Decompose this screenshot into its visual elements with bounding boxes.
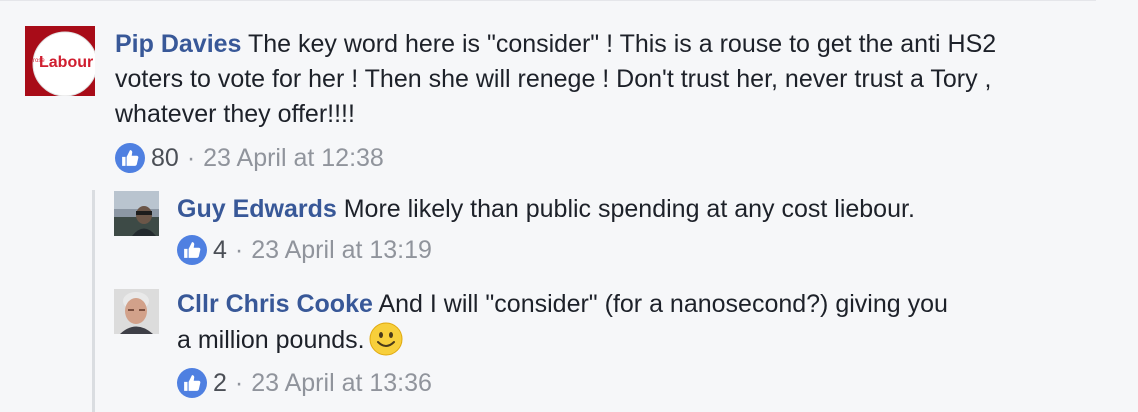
- author-name[interactable]: Guy Edwards: [177, 195, 337, 223]
- profile-photo-icon: [114, 289, 159, 334]
- avatar-label: Labour: [39, 54, 93, 71]
- author-name[interactable]: Cllr Chris Cooke: [177, 290, 373, 318]
- like-count[interactable]: 2: [213, 368, 227, 398]
- reply-body: Cllr Chris Cooke And I will "consider" (…: [177, 287, 948, 366]
- comment-meta: 80 · 23 April at 12:38: [115, 143, 384, 173]
- labour-badge-icon: rose Labour: [25, 26, 95, 96]
- reply-meta: 4 · 23 April at 13:19: [177, 235, 432, 265]
- timestamp[interactable]: 23 April at 13:19: [251, 235, 432, 265]
- avatar[interactable]: [114, 289, 159, 334]
- comment-body: Pip Davies The key word here is "conside…: [115, 27, 1105, 132]
- reply-body: Guy Edwards More likely than public spen…: [177, 192, 915, 227]
- avatar[interactable]: [114, 191, 159, 236]
- separator: ·: [186, 144, 196, 172]
- reply-thread-line: [92, 190, 95, 412]
- author-name[interactable]: Pip Davies: [115, 30, 241, 58]
- profile-photo-icon: [114, 191, 159, 236]
- like-icon[interactable]: [177, 368, 207, 398]
- like-icon[interactable]: [177, 235, 207, 265]
- separator: ·: [234, 236, 244, 264]
- reply-meta: 2 · 23 April at 13:36: [177, 368, 432, 398]
- comment-text-line3: whatever they offer!!!!: [115, 100, 355, 128]
- avatar[interactable]: rose Labour: [25, 26, 95, 96]
- like-icon[interactable]: [115, 143, 145, 173]
- smile-emoji-icon: [369, 322, 403, 366]
- timestamp[interactable]: 23 April at 12:38: [203, 143, 384, 173]
- comment-text-line1: The key word here is "consider" ! This i…: [247, 30, 997, 58]
- reply-text-line1: More likely than public spending at any …: [343, 195, 915, 223]
- reply-text-line2: a million pounds.: [177, 326, 365, 354]
- separator: ·: [234, 369, 244, 397]
- comment-text-line2: voters to vote for her ! Then she will r…: [115, 65, 992, 93]
- like-count[interactable]: 80: [151, 143, 179, 173]
- reply-text-line1: And I will "consider" (for a nanosecond?…: [378, 290, 948, 318]
- like-count[interactable]: 4: [213, 235, 227, 265]
- top-divider: [0, 0, 1096, 1]
- timestamp[interactable]: 23 April at 13:36: [251, 368, 432, 398]
